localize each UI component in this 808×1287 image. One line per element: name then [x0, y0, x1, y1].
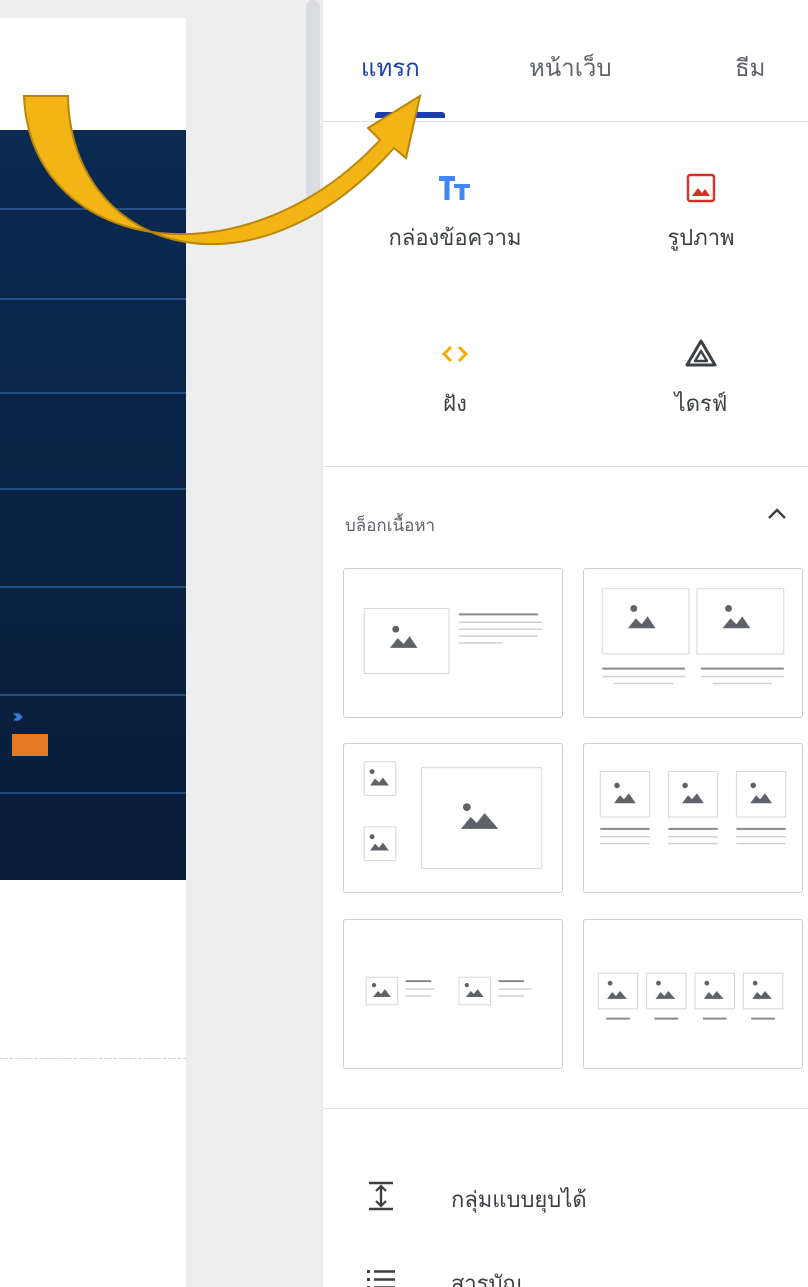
image-icon: [686, 173, 716, 203]
text-box-label: กล่องข้อความ: [388, 226, 522, 251]
banner-line: [0, 208, 186, 210]
content-blocks-title: บล็อกเนื้อหา: [345, 516, 436, 536]
drive-label: ไดรฟ์: [674, 392, 728, 417]
banner-line: [0, 694, 186, 696]
table-of-contents-icon: [367, 1270, 395, 1287]
layout-preview-icon: [363, 607, 542, 675]
insert-text-box-button[interactable]: กล่องข้อความ: [355, 170, 555, 255]
layout-two-image-text-pairs[interactable]: [343, 919, 563, 1069]
layout-three-images-with-text[interactable]: [583, 743, 803, 893]
collapsible-group-label: กลุ่มแบบยุบได้: [451, 1188, 587, 1213]
image-label: รูปภาพ: [667, 226, 735, 251]
text-box-icon: [439, 176, 470, 200]
insert-embed-button[interactable]: ฝัง: [355, 336, 555, 421]
collapsible-group-icon: [369, 1181, 393, 1211]
insert-side-panel: แทรก หน้าเว็บ ธีม กล่องข้อความ รูปภาพ ฝั…: [322, 0, 808, 1287]
drive-icon: [685, 339, 717, 367]
orange-accent-bar: [12, 734, 48, 756]
layout-preview-icon: [601, 588, 785, 685]
banner-line: [0, 392, 186, 394]
canvas-scrollbar[interactable]: [306, 0, 320, 212]
banner-line: [0, 792, 186, 794]
layout-preview-icon: [365, 976, 532, 1006]
insert-drive-button[interactable]: ไดรฟ์: [601, 336, 801, 421]
active-tab-indicator: [375, 112, 445, 118]
page-canvas: ›››: [0, 0, 322, 1287]
insert-image-button[interactable]: รูปภาพ: [601, 170, 801, 255]
layout-image-collage[interactable]: [343, 743, 563, 893]
tab-insert[interactable]: แทรก: [361, 48, 420, 87]
header-banner[interactable]: ›››: [0, 130, 186, 880]
table-of-contents-label: สารบัญ: [451, 1272, 522, 1287]
tab-themes[interactable]: ธีม: [735, 48, 765, 87]
layout-two-images-with-text[interactable]: [583, 568, 803, 718]
embed-label: ฝัง: [443, 392, 467, 417]
banner-line: [0, 298, 186, 300]
panel-divider: [323, 466, 808, 467]
layout-preview-icon: [599, 771, 787, 845]
layout-preview-icon: [363, 761, 543, 869]
banner-line: [0, 488, 186, 490]
layout-preview-icon: [597, 972, 784, 1020]
tab-pages[interactable]: หน้าเว็บ: [529, 48, 612, 87]
banner-line: [0, 586, 186, 588]
panel-tabs: แทรก หน้าเว็บ ธีม: [323, 0, 808, 122]
chevron-decoration-icon: ›››: [12, 704, 24, 728]
layout-image-with-text[interactable]: [343, 568, 563, 718]
chevron-up-icon[interactable]: [763, 500, 791, 528]
section-divider: [0, 1058, 186, 1059]
layout-four-images-with-text[interactable]: [583, 919, 803, 1069]
panel-divider: [323, 1108, 808, 1109]
embed-icon: [441, 345, 469, 363]
